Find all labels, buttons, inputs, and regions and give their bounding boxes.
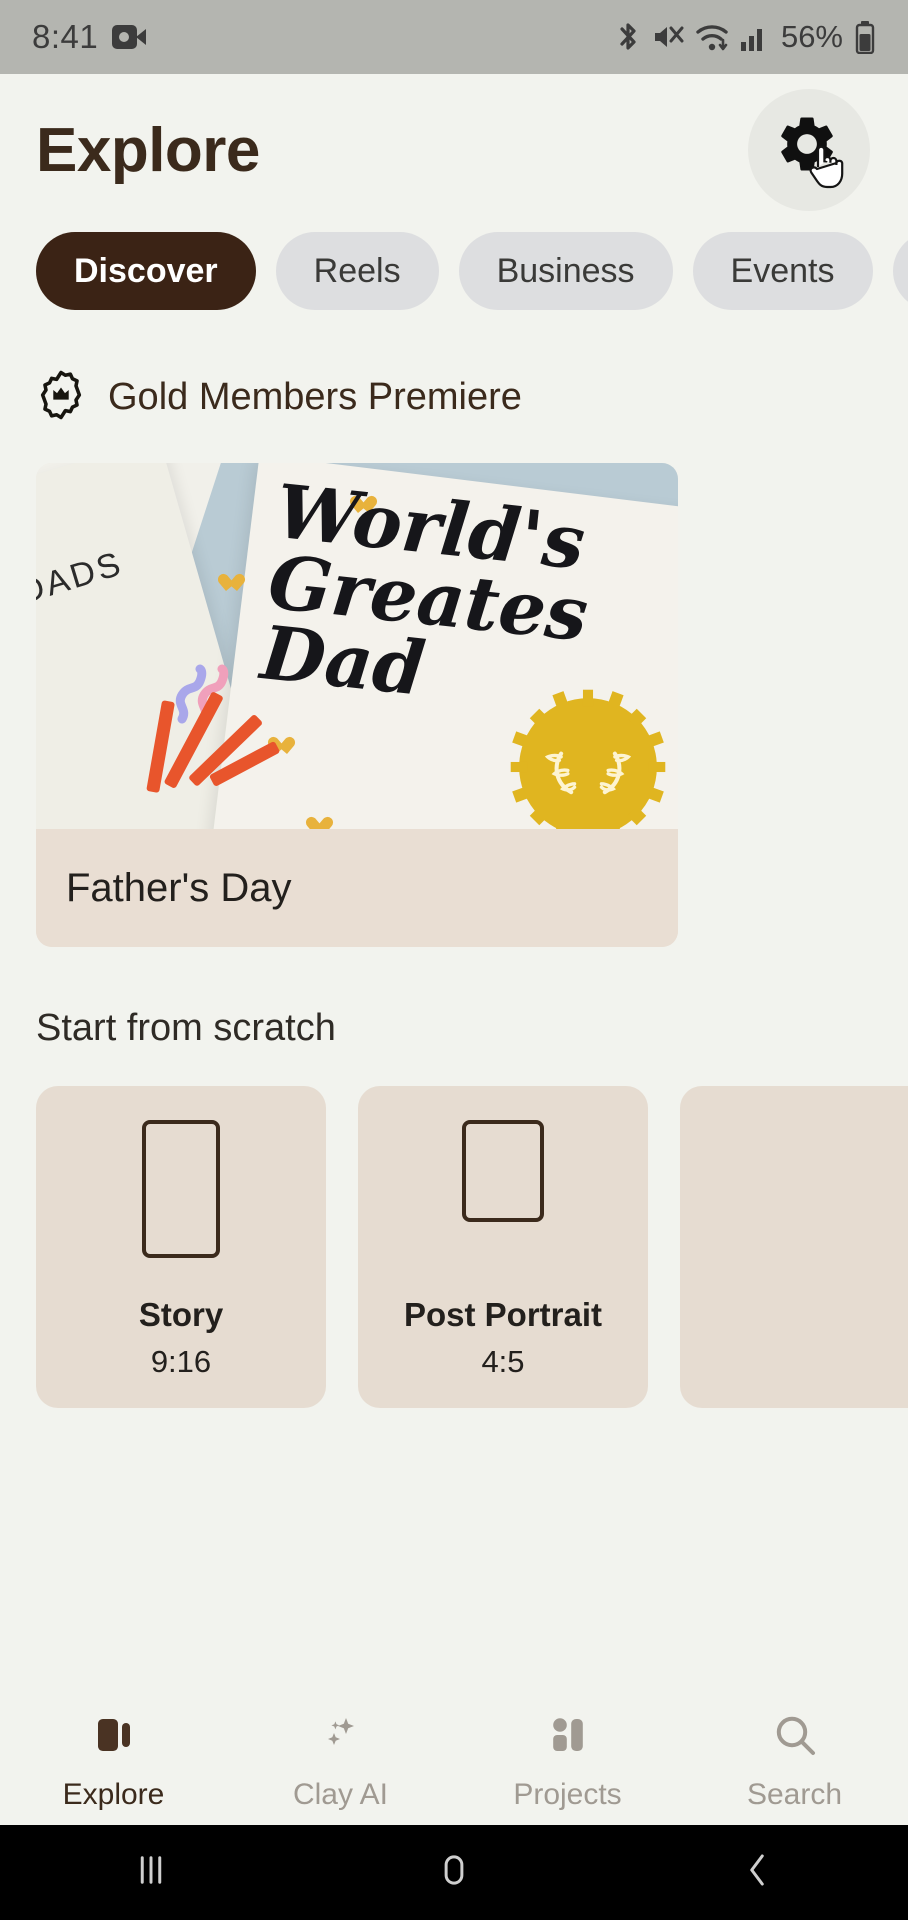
tab-reels[interactable]: Reels xyxy=(275,232,439,310)
sparkles-icon xyxy=(317,1711,365,1764)
scratch-card-ratio: 9:16 xyxy=(150,1344,212,1379)
script-line-3: Dad xyxy=(257,610,429,713)
scratch-card-post-portrait[interactable]: Post Portrait 4:5 xyxy=(358,1086,648,1408)
premiere-section-header: Gold Members Premiere xyxy=(0,370,908,425)
status-bar-left: 8:41 xyxy=(32,18,147,56)
featured-card-caption: Father's Day xyxy=(36,829,678,947)
status-bar-right: 56% xyxy=(615,19,876,55)
ratio-shape-9-16 xyxy=(141,1120,220,1258)
tab-label: Business xyxy=(496,251,635,290)
hand-pointer-cursor xyxy=(806,139,850,195)
recents-icon[interactable] xyxy=(130,1849,172,1896)
scratch-card-partial[interactable] xyxy=(680,1086,908,1408)
nav-label: Explore xyxy=(62,1777,165,1811)
nav-item-clay-ai[interactable]: Clay AI xyxy=(227,1711,454,1812)
tab-label: Events xyxy=(730,251,835,290)
cellular-signal-icon xyxy=(740,22,768,52)
nav-label: Clay AI xyxy=(292,1777,389,1811)
nav-item-explore[interactable]: Explore xyxy=(0,1711,227,1812)
search-icon xyxy=(771,1711,819,1764)
ratio-shape-4-5 xyxy=(461,1120,544,1222)
nav-item-search[interactable]: Search xyxy=(681,1711,908,1812)
home-icon[interactable] xyxy=(433,1849,475,1896)
page-title: Explore xyxy=(36,115,260,185)
tab-business[interactable]: Business xyxy=(458,232,673,310)
battery-percent: 56% xyxy=(780,19,843,54)
nav-label: Search xyxy=(746,1777,843,1811)
party-popper-icon xyxy=(144,683,281,813)
explore-panels-icon xyxy=(90,1711,138,1764)
crown-badge-icon xyxy=(36,370,86,425)
featured-card[interactable]: DADS World's Greates Dad Father's Day xyxy=(36,463,678,947)
scratch-card-list[interactable]: Story 9:16 Post Portrait 4:5 xyxy=(0,1086,908,1408)
settings-button[interactable] xyxy=(748,89,870,211)
tab-partial[interactable]: E xyxy=(892,232,908,310)
volume-mute-icon xyxy=(652,21,684,53)
scratch-section-title: Start from scratch xyxy=(36,1007,336,1049)
app-header: Explore xyxy=(0,74,908,226)
nav-label: Projects xyxy=(513,1777,622,1811)
wifi-icon xyxy=(695,21,729,53)
scratch-card-story[interactable]: Story 9:16 xyxy=(36,1086,326,1408)
bluetooth-icon xyxy=(615,20,641,54)
projects-grid-icon xyxy=(544,1711,592,1764)
tab-label: Reels xyxy=(313,251,401,290)
tab-label: Discover xyxy=(74,251,218,290)
premiere-label: Gold Members Premiere xyxy=(108,376,522,418)
featured-card-artwork: DADS World's Greates Dad xyxy=(36,463,678,829)
tab-discover[interactable]: Discover xyxy=(36,232,256,310)
featured-card-title: Father's Day xyxy=(66,865,292,910)
status-time: 8:41 xyxy=(32,18,99,55)
scratch-card-name: Story xyxy=(138,1296,224,1333)
battery-icon xyxy=(854,20,876,54)
back-icon[interactable] xyxy=(736,1849,778,1896)
bottom-navigation[interactable]: Explore Clay AI Projects Search xyxy=(0,1697,908,1825)
android-navigation-bar[interactable] xyxy=(0,1825,908,1920)
category-tabs[interactable]: Discover Reels Business Events E xyxy=(0,232,908,310)
tab-events[interactable]: Events xyxy=(692,232,873,310)
status-bar: 8:41 56% xyxy=(0,0,908,74)
scratch-card-name: Post Portrait xyxy=(403,1296,603,1333)
nav-item-projects[interactable]: Projects xyxy=(454,1711,681,1812)
gold-seal-icon xyxy=(504,683,672,829)
scratch-card-ratio: 4:5 xyxy=(481,1344,525,1379)
video-record-icon xyxy=(112,25,147,49)
